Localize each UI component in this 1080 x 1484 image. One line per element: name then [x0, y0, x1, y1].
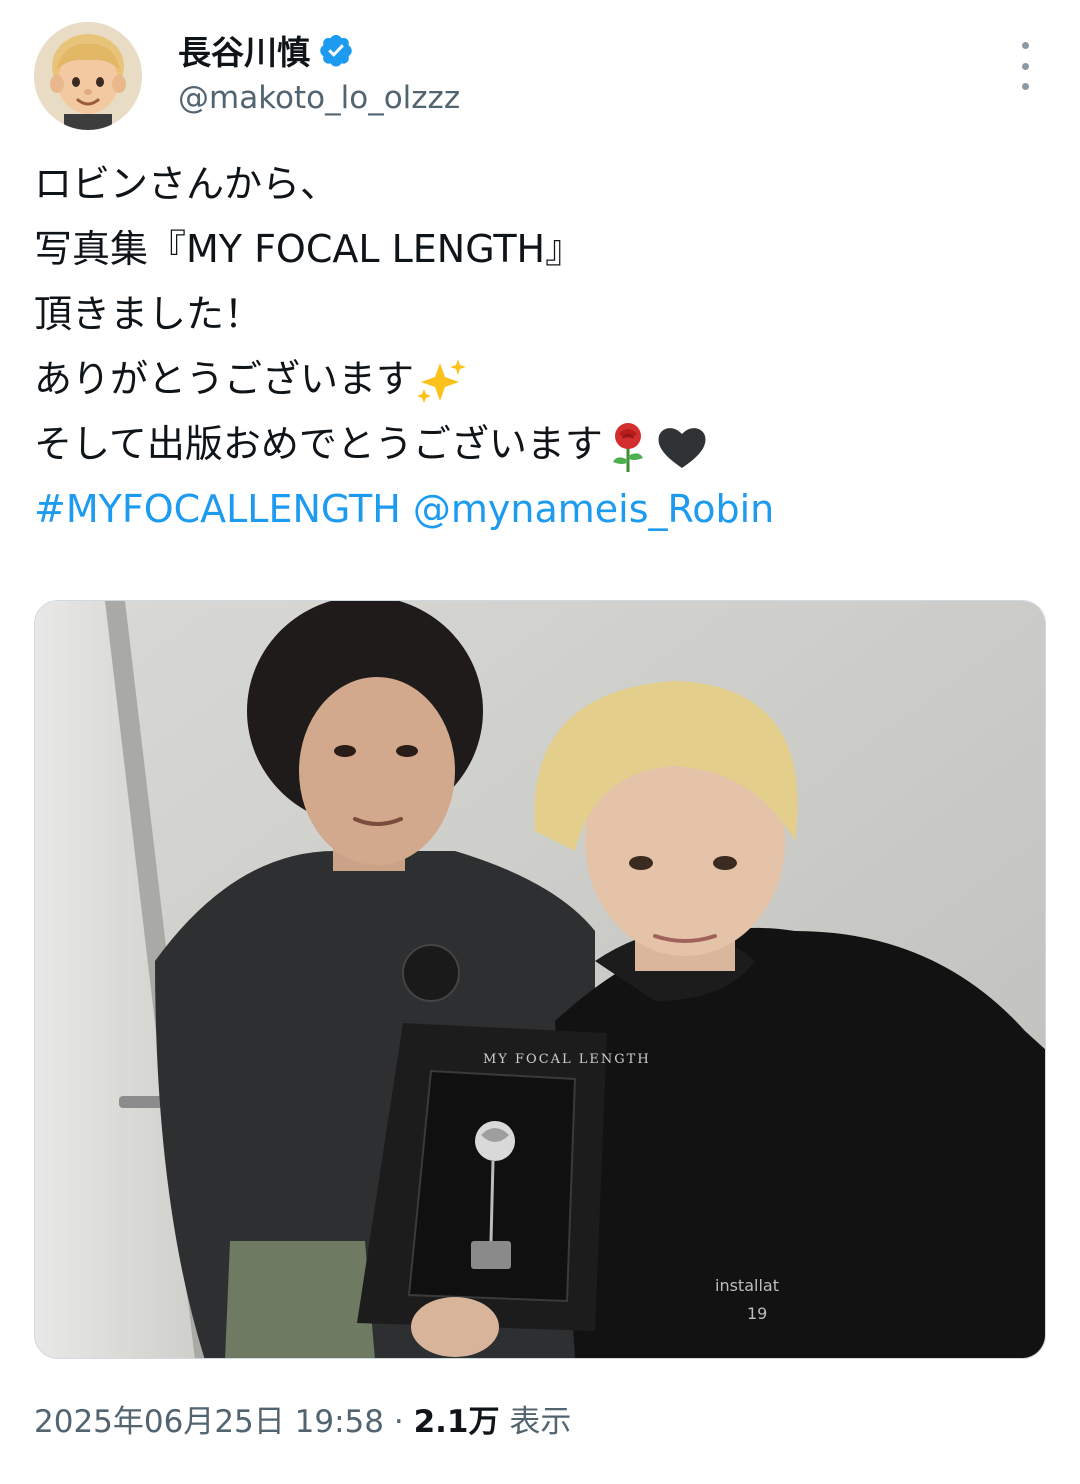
verified-badge-icon [320, 35, 352, 67]
avatar[interactable] [34, 22, 142, 130]
hashtag-link[interactable]: #MYFOCALLENGTH [34, 487, 401, 531]
tweet-line: そして出版おめでとうございます [34, 422, 603, 466]
hoodie-print-text: 19 [747, 1304, 767, 1323]
tweet-photo[interactable]: installat 19 MY FOCAL LENGTH [34, 600, 1046, 1359]
tweet-line: 写真集『MY FOCAL LENGTH』 [34, 227, 584, 271]
tweet-line-with-emoji: そして出版おめでとうございます [34, 412, 1044, 477]
tweet-meta: 2025年06月25日 19:58 · 2.1万 表示 [34, 1396, 571, 1441]
tweet-header: 長谷川慎 @makoto_lo_olzzz [0, 0, 1080, 150]
book-title-text: MY FOCAL LENGTH [483, 1052, 651, 1067]
tweet-text: ロビンさんから、 写真集『MY FOCAL LENGTH』 頂きました！ ありが… [34, 152, 1044, 542]
views-label: 表示 [509, 1404, 572, 1440]
user-handle[interactable]: @makoto_lo_olzzz [178, 80, 460, 116]
sparkles-emoji [417, 358, 467, 403]
more-options-icon[interactable] [1008, 42, 1042, 90]
tweet-line: 頂きました！ [34, 292, 263, 336]
tweet-line-with-emoji: ありがとうございます [34, 347, 1044, 412]
timestamp[interactable]: 2025年06月25日 19:58 [34, 1404, 384, 1440]
rose-emoji [612, 422, 643, 472]
view-count: 2.1万 [413, 1404, 500, 1440]
meta-separator: · [393, 1404, 404, 1440]
black-heart-emoji [658, 427, 706, 468]
display-name[interactable]: 長谷川慎 [178, 26, 310, 74]
mention-link[interactable]: @mynameis_Robin [413, 487, 774, 531]
tweet-links-line: #MYFOCALLENGTH @mynameis_Robin [34, 477, 1044, 542]
tweet-line: ありがとうございます [34, 357, 415, 401]
tweet-line: ロビンさんから、 [34, 162, 339, 206]
hoodie-print-text: installat [715, 1276, 779, 1295]
